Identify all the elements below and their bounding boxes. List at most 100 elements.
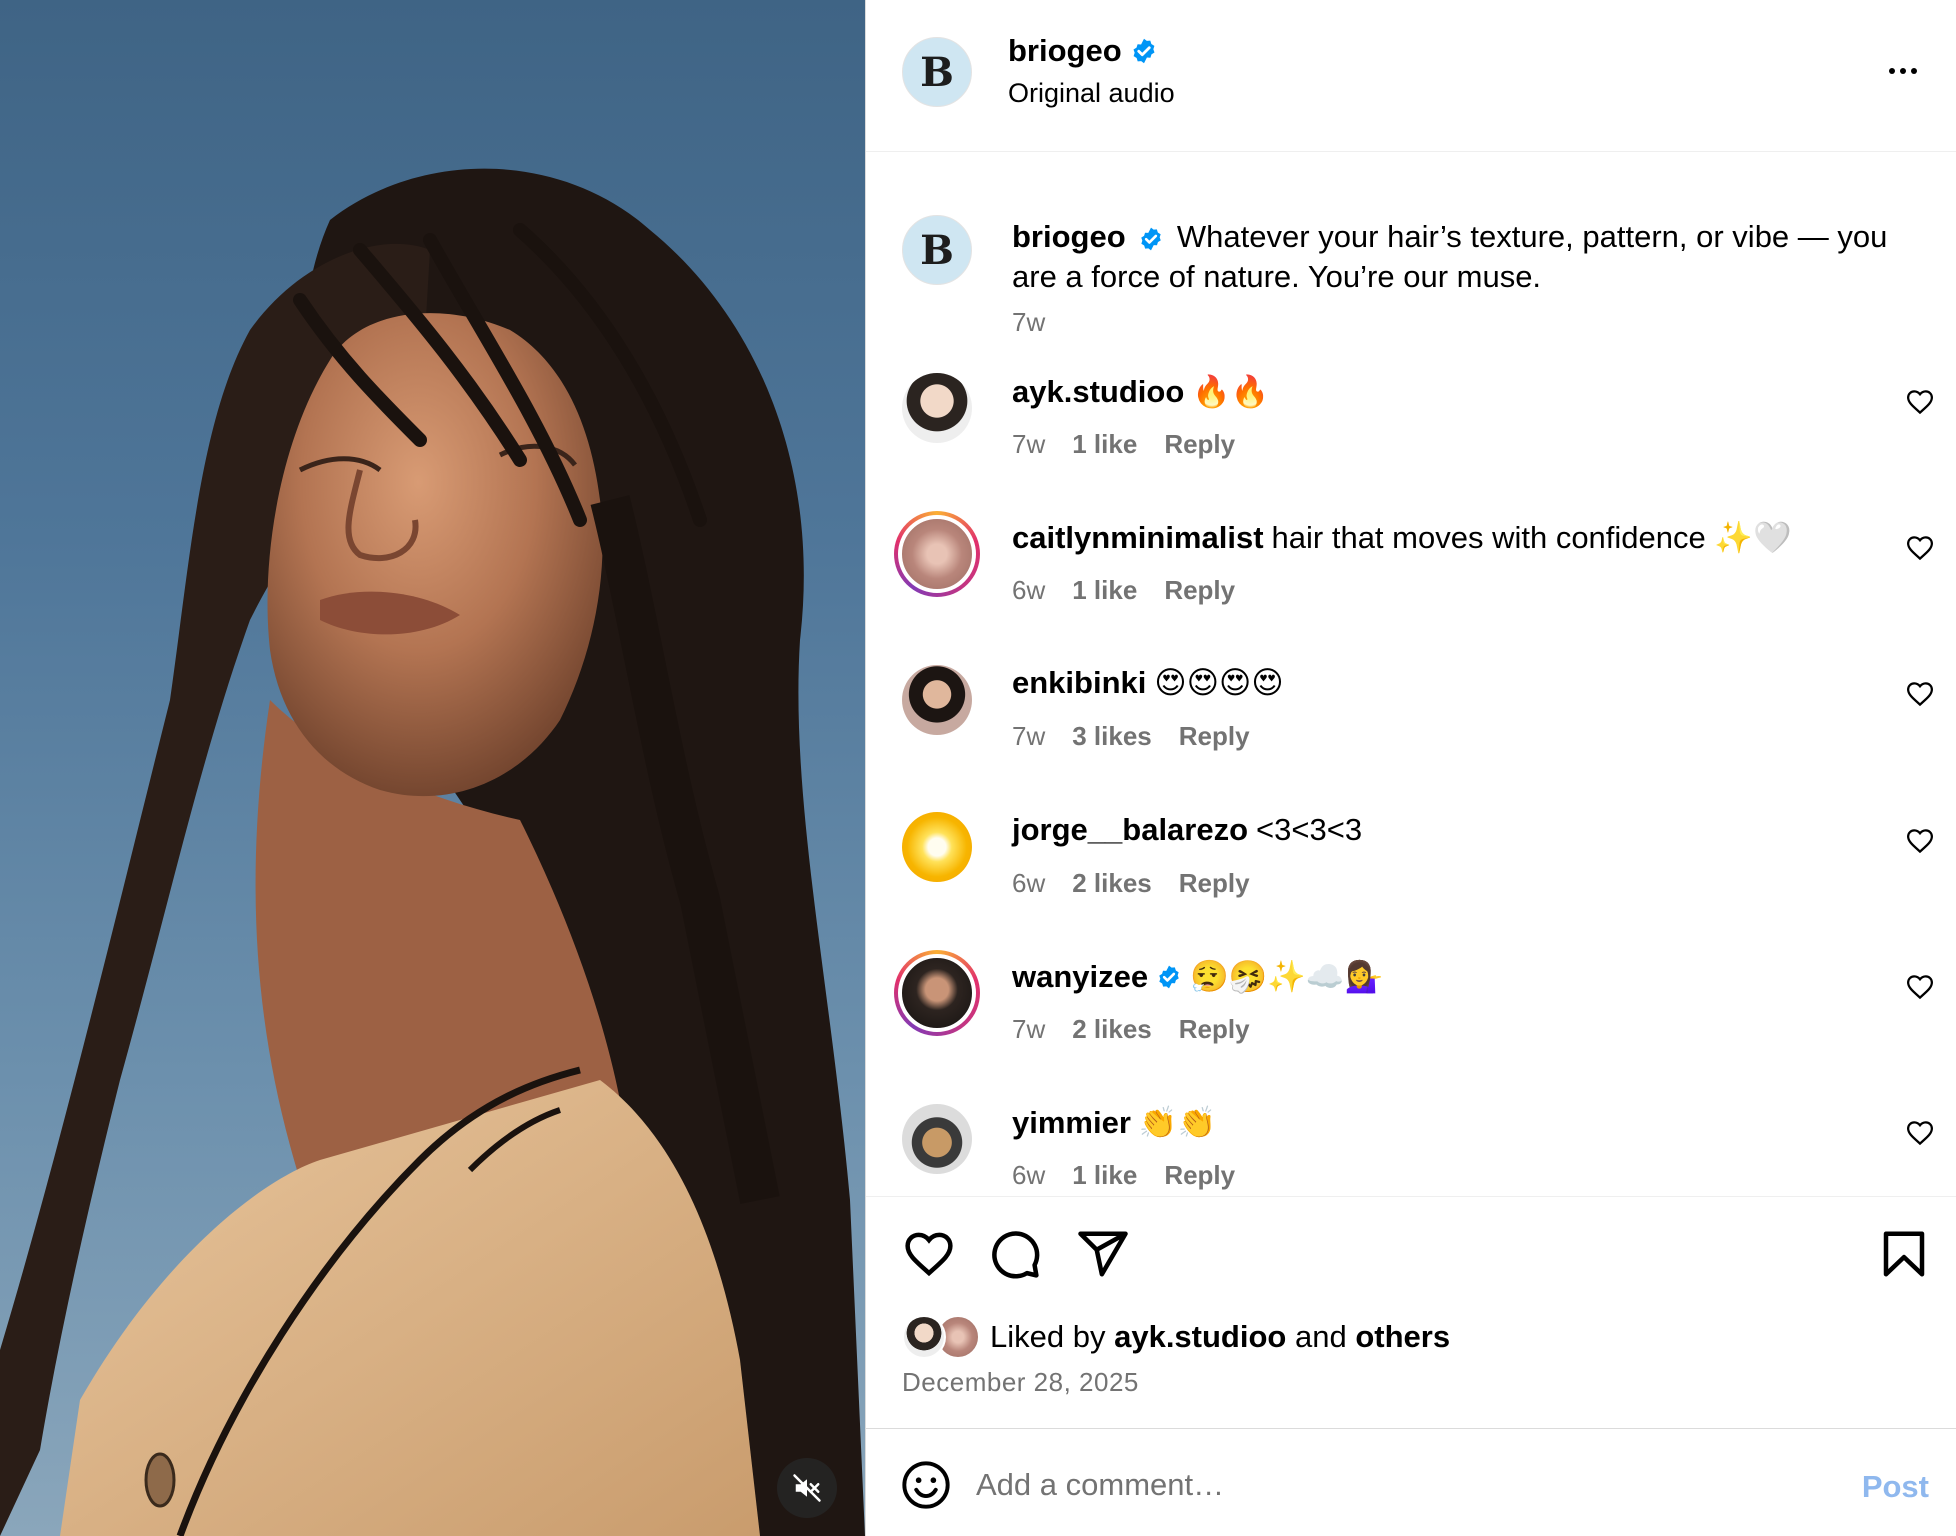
comment-item: jorge__balarezo <3<3<3 6w 2 likes Reply xyxy=(866,808,1956,928)
video-frame-image xyxy=(0,168,865,1536)
liked-by-prefix: Liked by xyxy=(990,1319,1106,1354)
liked-by-avatars xyxy=(902,1315,990,1359)
author-username[interactable]: briogeo xyxy=(1008,33,1122,69)
save-bookmark-icon[interactable] xyxy=(1877,1227,1931,1281)
reply-button[interactable]: Reply xyxy=(1179,721,1250,752)
comment-username[interactable]: ayk.studioo xyxy=(1012,374,1184,410)
comment-time[interactable]: 6w xyxy=(1012,868,1045,899)
author-avatar[interactable]: B xyxy=(902,37,972,107)
comment-likes[interactable]: 2 likes xyxy=(1072,868,1152,899)
comment-meta: 6w 1 like Reply xyxy=(1012,1160,1235,1191)
comment-likes[interactable]: 1 like xyxy=(1072,429,1137,460)
liker-avatar[interactable] xyxy=(902,1315,946,1359)
comment-meta: 6w 2 likes Reply xyxy=(1012,868,1250,899)
reply-button[interactable]: Reply xyxy=(1164,429,1235,460)
comment-time[interactable]: 7w xyxy=(1012,429,1045,460)
like-comment-heart-icon[interactable] xyxy=(1905,387,1935,417)
like-comment-heart-icon[interactable] xyxy=(1905,1118,1935,1148)
more-dot xyxy=(1900,68,1906,74)
comment-bubble-icon[interactable] xyxy=(988,1227,1042,1281)
mute-toggle-button[interactable] xyxy=(777,1458,837,1518)
post-dialog: B briogeo Original audio B briogeo Whate… xyxy=(0,0,1956,1536)
comment-text: 🔥🔥 xyxy=(1192,374,1270,409)
verified-badge-icon xyxy=(1141,227,1162,251)
liked-by-and: and xyxy=(1294,1319,1347,1354)
comment-text: 👏👏 xyxy=(1138,1105,1217,1140)
liked-by-others-link[interactable]: others xyxy=(1355,1319,1450,1355)
comment-line: yimmier 👏👏 xyxy=(1012,1104,1216,1141)
more-options-button[interactable] xyxy=(1881,56,1925,86)
comments-list[interactable]: B briogeo Whatever your hair’s texture, … xyxy=(866,153,1956,1195)
audio-link[interactable]: Original audio xyxy=(1008,78,1175,109)
comment-text: <3<3<3 xyxy=(1256,812,1363,847)
avatar-letter: B xyxy=(920,226,954,274)
comment-item: yimmier 👏👏 6w 1 like Reply xyxy=(866,1100,1956,1195)
caption-text-block: briogeo Whatever your hair’s texture, pa… xyxy=(1012,217,1922,297)
like-comment-heart-icon[interactable] xyxy=(1905,533,1935,563)
post-date[interactable]: December 28, 2025 xyxy=(902,1367,1139,1398)
commenter-avatar[interactable] xyxy=(902,665,972,735)
share-paper-plane-icon[interactable] xyxy=(1076,1227,1130,1281)
comment-line: wanyizee 😮‍💨🤧✨☁️💁‍♀️ xyxy=(1012,958,1383,995)
liked-by-summary: Liked by ayk.studioo and others xyxy=(902,1315,1450,1359)
verified-badge-icon xyxy=(1159,965,1179,988)
verified-badge-icon xyxy=(1133,38,1155,64)
comment-input[interactable] xyxy=(976,1457,1776,1513)
comment-meta: 7w 2 likes Reply xyxy=(1012,1014,1250,1045)
comment-line: jorge__balarezo <3<3<3 xyxy=(1012,812,1362,848)
reply-button[interactable]: Reply xyxy=(1179,1014,1250,1045)
comment-time[interactable]: 7w xyxy=(1012,721,1045,752)
caption-username[interactable]: briogeo xyxy=(1012,219,1126,254)
like-comment-heart-icon[interactable] xyxy=(1905,679,1935,709)
comment-likes[interactable]: 3 likes xyxy=(1072,721,1152,752)
emoji-picker-icon[interactable] xyxy=(900,1459,952,1511)
comment-username[interactable]: wanyizee xyxy=(1012,959,1148,995)
comment-likes[interactable]: 2 likes xyxy=(1072,1014,1152,1045)
comment-composer: Post xyxy=(866,1428,1956,1536)
commenter-avatar-story-ring[interactable] xyxy=(894,950,980,1036)
comment-time[interactable]: 6w xyxy=(1012,575,1045,606)
comment-meta: 7w 3 likes Reply xyxy=(1012,721,1250,752)
comment-username[interactable]: jorge__balarezo xyxy=(1012,812,1248,848)
post-video[interactable] xyxy=(0,0,865,1536)
like-comment-heart-icon[interactable] xyxy=(1905,826,1935,856)
comment-item: enkibinki 😍😍😍😍 7w 3 likes Reply xyxy=(866,661,1956,781)
speaker-muted-icon xyxy=(793,1474,821,1502)
comment-username[interactable]: caitlynminimalist xyxy=(1012,520,1264,556)
post-comment-button[interactable]: Post xyxy=(1862,1469,1929,1505)
comment-text: hair that moves with confidence ✨🤍 xyxy=(1271,520,1792,555)
comment-meta: 7w 1 like Reply xyxy=(1012,429,1235,460)
commenter-avatar xyxy=(898,515,976,593)
comment-likes[interactable]: 1 like xyxy=(1072,1160,1137,1191)
post-actions: Liked by ayk.studioo and others December… xyxy=(866,1196,1956,1428)
reply-button[interactable]: Reply xyxy=(1179,868,1250,899)
liked-by-user[interactable]: ayk.studioo xyxy=(1114,1319,1286,1355)
comment-item: caitlynminimalist hair that moves with c… xyxy=(866,511,1956,635)
reply-button[interactable]: Reply xyxy=(1164,1160,1235,1191)
like-comment-heart-icon[interactable] xyxy=(1905,972,1935,1002)
commenter-avatar[interactable] xyxy=(902,373,972,443)
commenter-avatar[interactable] xyxy=(902,1104,972,1174)
comment-line: ayk.studioo 🔥🔥 xyxy=(1012,373,1269,410)
comment-time[interactable]: 7w xyxy=(1012,1014,1045,1045)
commenter-avatar[interactable] xyxy=(902,812,972,882)
commenter-avatar-story-ring[interactable] xyxy=(894,511,980,597)
author-username-row: briogeo xyxy=(1008,33,1158,69)
comment-text: 😍😍😍😍 xyxy=(1154,665,1284,700)
comment-username[interactable]: enkibinki xyxy=(1012,665,1146,701)
like-heart-icon[interactable] xyxy=(902,1227,956,1281)
avatar-letter: B xyxy=(920,48,954,96)
more-dot xyxy=(1911,68,1917,74)
post-side-panel: B briogeo Original audio B briogeo Whate… xyxy=(865,0,1956,1536)
comment-likes[interactable]: 1 like xyxy=(1072,575,1137,606)
comment-username[interactable]: yimmier xyxy=(1012,1105,1131,1141)
commenter-avatar xyxy=(898,954,976,1032)
reply-button[interactable]: Reply xyxy=(1164,575,1235,606)
more-dot xyxy=(1889,68,1895,74)
caption-author-avatar[interactable]: B xyxy=(902,215,972,285)
caption-timestamp[interactable]: 7w xyxy=(1012,307,1045,338)
comment-item: ayk.studioo 🔥🔥 7w 1 like Reply xyxy=(866,369,1956,489)
comment-time[interactable]: 6w xyxy=(1012,1160,1045,1191)
comment-meta: 6w 1 like Reply xyxy=(1012,575,1235,606)
comment-line: enkibinki 😍😍😍😍 xyxy=(1012,665,1284,701)
